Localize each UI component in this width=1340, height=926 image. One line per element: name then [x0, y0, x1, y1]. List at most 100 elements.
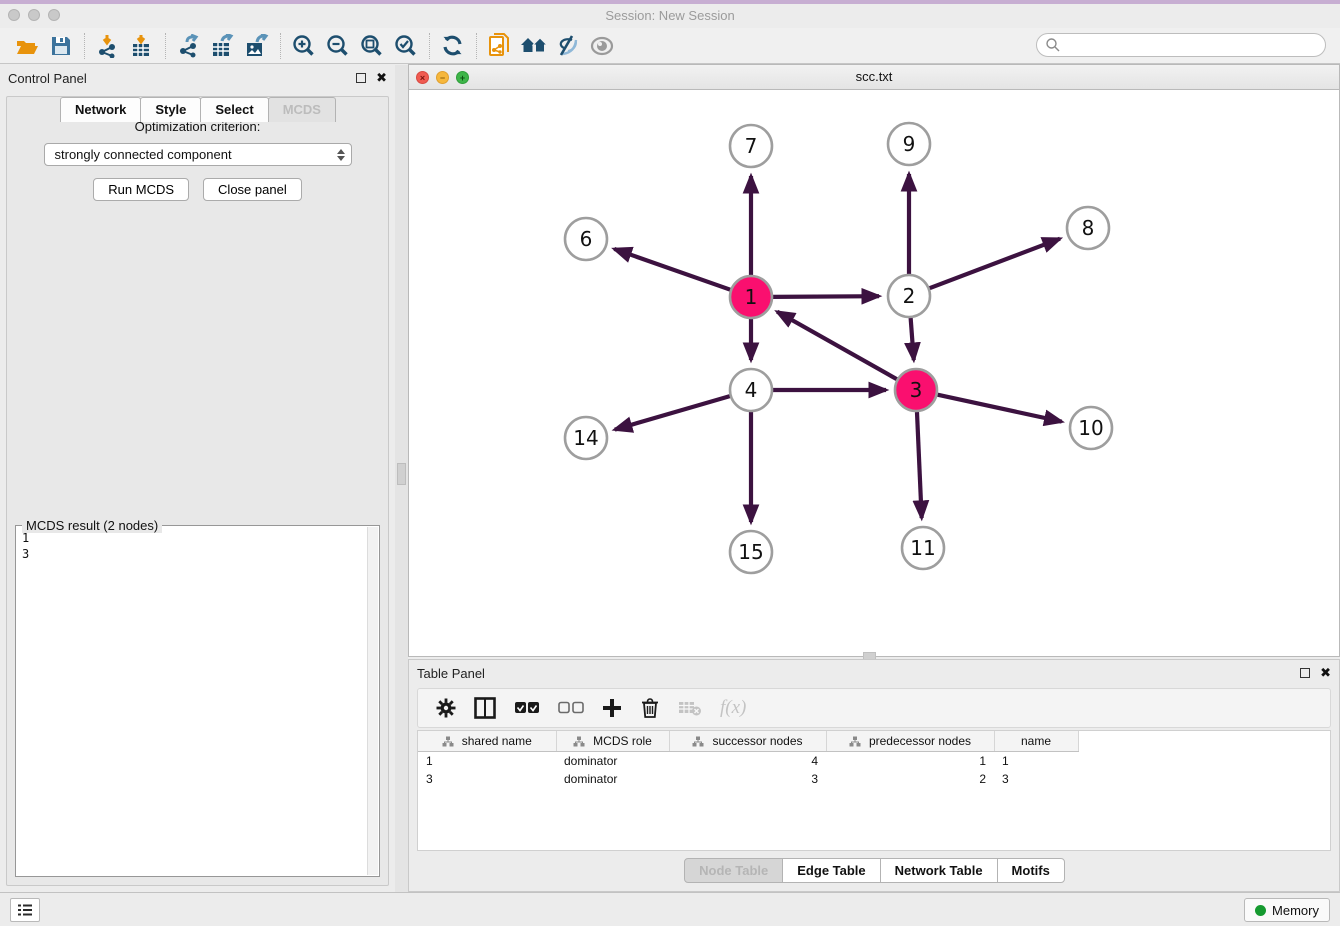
control-panel-title: Control Panel: [8, 71, 356, 86]
splitter-handle[interactable]: [397, 463, 406, 485]
window-title: Session: New Session: [0, 8, 1340, 23]
run-mcds-button[interactable]: Run MCDS: [93, 178, 189, 201]
deselect-all-icon[interactable]: [558, 701, 584, 715]
column-header-successor-nodes[interactable]: successor nodes: [669, 731, 826, 752]
graph-node-8[interactable]: 8: [1067, 207, 1109, 249]
column-header-name[interactable]: name: [994, 731, 1078, 752]
toolbar-separator: [84, 33, 85, 59]
app-titlebar: Session: New Session: [0, 4, 1340, 28]
export-network-icon[interactable]: [172, 31, 206, 61]
open-folder-icon[interactable]: [10, 31, 44, 61]
hide-panel-icon[interactable]: [551, 31, 585, 61]
table-cell[interactable]: dominator: [556, 770, 669, 788]
zoom-in-icon[interactable]: [287, 31, 321, 61]
graph-node-9[interactable]: 9: [888, 123, 930, 165]
svg-text:1: 1: [745, 285, 758, 309]
function-builder-icon: f(x): [720, 697, 746, 719]
network-graph-canvas[interactable]: 7 9 6 8 1 2 4 3 14 10 15 11: [409, 90, 1339, 656]
graph-node-14[interactable]: 14: [565, 417, 607, 459]
memory-button[interactable]: Memory: [1244, 898, 1330, 922]
toolbar-separator: [165, 33, 166, 59]
control-panel-header: Control Panel ✖: [0, 65, 395, 91]
network-maximize-button[interactable]: +: [456, 71, 469, 84]
column-header-MCDS-role[interactable]: MCDS role: [556, 731, 669, 752]
tab-select[interactable]: Select: [200, 97, 268, 122]
task-history-button[interactable]: [10, 898, 40, 922]
graph-node-6[interactable]: 6: [565, 218, 607, 260]
toolbar-separator: [280, 33, 281, 59]
edge-3-1[interactable]: [777, 312, 897, 379]
table-panel-title: Table Panel: [417, 666, 1300, 681]
select-all-icon[interactable]: [514, 701, 540, 715]
edge-3-10[interactable]: [937, 395, 1061, 422]
network-minimize-button[interactable]: −: [436, 71, 449, 84]
graph-node-4[interactable]: 4: [730, 369, 772, 411]
table-cell[interactable]: 1: [994, 752, 1078, 771]
close-panel-icon[interactable]: ✖: [376, 73, 387, 83]
result-scrollbar[interactable]: [367, 527, 378, 875]
graph-node-3[interactable]: 3: [895, 369, 937, 411]
delete-column-icon[interactable]: [640, 697, 660, 719]
table-cell[interactable]: 1: [826, 752, 994, 771]
table-cell[interactable]: 4: [669, 752, 826, 771]
zoom-selected-icon[interactable]: [389, 31, 423, 61]
gear-icon[interactable]: [436, 698, 456, 718]
vertical-splitter[interactable]: [395, 65, 408, 892]
tab-network[interactable]: Network: [60, 97, 141, 122]
add-column-icon[interactable]: [602, 698, 622, 718]
hierarchy-icon: [442, 736, 454, 747]
graph-node-15[interactable]: 15: [730, 531, 772, 573]
float-table-panel-icon[interactable]: [1300, 668, 1310, 678]
edge-2-8[interactable]: [930, 239, 1060, 289]
export-table-icon[interactable]: [206, 31, 240, 61]
table-cell[interactable]: dominator: [556, 752, 669, 771]
tab-style[interactable]: Style: [140, 97, 201, 122]
graph-node-2[interactable]: 2: [888, 275, 930, 317]
export-image-icon[interactable]: [240, 31, 274, 61]
home-icon[interactable]: [517, 31, 551, 61]
save-icon[interactable]: [44, 31, 78, 61]
table-cell[interactable]: 2: [826, 770, 994, 788]
clone-network-icon[interactable]: [483, 31, 517, 61]
close-table-panel-icon[interactable]: ✖: [1320, 668, 1331, 678]
column-header-predecessor-nodes[interactable]: predecessor nodes: [826, 731, 994, 752]
criterion-dropdown[interactable]: strongly connected component: [44, 143, 352, 166]
graph-node-7[interactable]: 7: [730, 125, 772, 167]
mcds-tab-content: Optimization criterion: strongly connect…: [6, 96, 389, 886]
table-cell[interactable]: 3: [418, 770, 556, 788]
table-cell[interactable]: 1: [418, 752, 556, 771]
show-eye-icon[interactable]: [585, 31, 619, 61]
table-row[interactable]: 1dominator411: [418, 752, 1078, 771]
node-table[interactable]: shared nameMCDS rolesuccessor nodesprede…: [417, 730, 1331, 851]
table-row[interactable]: 3dominator323: [418, 770, 1078, 788]
zoom-out-icon[interactable]: [321, 31, 355, 61]
edge-2-3[interactable]: [911, 318, 914, 360]
table-cell[interactable]: 3: [994, 770, 1078, 788]
column-header-shared-name[interactable]: shared name: [418, 731, 556, 752]
edge-3-11[interactable]: [917, 412, 922, 518]
search-input[interactable]: [1061, 35, 1325, 55]
search-icon: [1045, 37, 1061, 53]
graph-node-1[interactable]: 1: [730, 276, 772, 318]
zoom-fit-icon[interactable]: [355, 31, 389, 61]
tab-motifs[interactable]: Motifs: [997, 858, 1065, 883]
search-field[interactable]: [1036, 33, 1326, 57]
tab-edge-table[interactable]: Edge Table: [782, 858, 880, 883]
table-cell[interactable]: 3: [669, 770, 826, 788]
graph-node-11[interactable]: 11: [902, 527, 944, 569]
tab-network-table[interactable]: Network Table: [880, 858, 998, 883]
import-network-icon[interactable]: [91, 31, 125, 61]
graph-node-10[interactable]: 10: [1070, 407, 1112, 449]
import-table-icon[interactable]: [125, 31, 159, 61]
close-panel-button[interactable]: Close panel: [203, 178, 302, 201]
tab-node-table[interactable]: Node Table: [684, 858, 783, 883]
edge-4-14[interactable]: [615, 396, 730, 429]
column-view-icon[interactable]: [474, 697, 496, 719]
refresh-icon[interactable]: [436, 31, 470, 61]
network-close-button[interactable]: ×: [416, 71, 429, 84]
edge-1-6[interactable]: [614, 249, 730, 290]
table-panel: Table Panel ✖: [408, 659, 1340, 892]
float-panel-icon[interactable]: [356, 73, 366, 83]
tab-mcds[interactable]: MCDS: [268, 97, 336, 122]
edge-1-2[interactable]: [773, 296, 879, 297]
